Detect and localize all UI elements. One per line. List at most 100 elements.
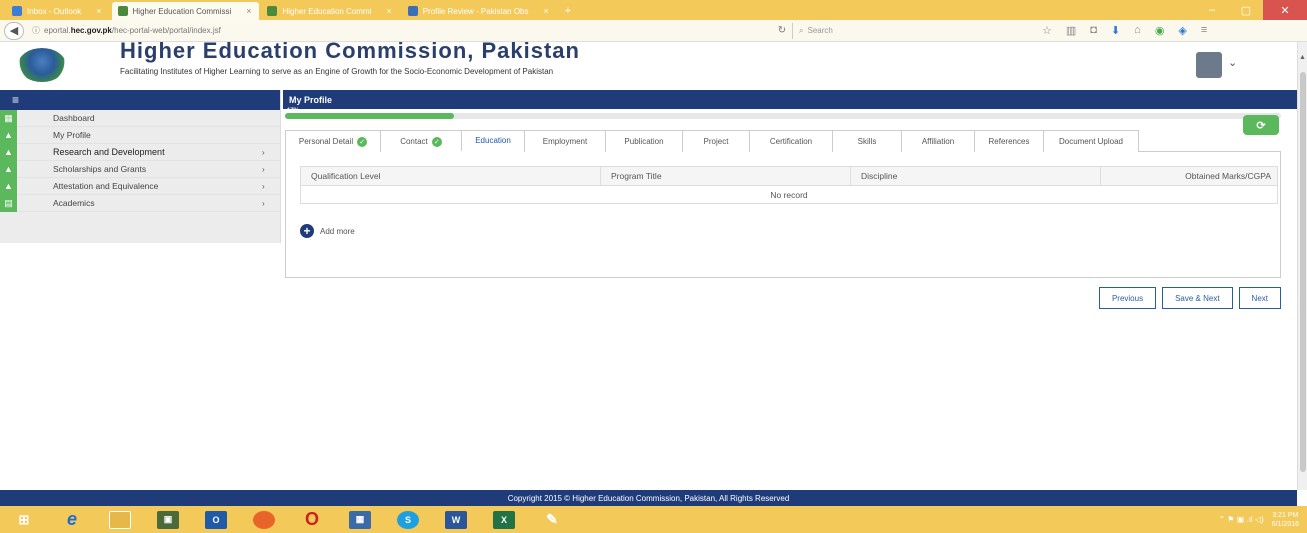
taskbar-store[interactable]: ▣ [144, 506, 192, 533]
profile-tab[interactable]: References [974, 130, 1044, 152]
attestation-icon: ▲ [0, 177, 17, 195]
sidebar-item[interactable]: ▦ Dashboard [0, 109, 280, 127]
copyright-text: Copyright 2015 © Higher Education Commis… [507, 493, 790, 503]
back-button[interactable]: ◀ [4, 21, 24, 40]
home-icon[interactable]: ⌂ [1134, 24, 1141, 37]
menu-icon[interactable]: ≡ [1201, 24, 1207, 37]
next-button[interactable]: Next [1238, 287, 1281, 309]
tray-icons[interactable]: ⌃ ⚑ ▣ .ıl ◁) [1218, 515, 1263, 524]
site-header: Higher Education Commission, Pakistan Fa… [0, 38, 1297, 88]
close-tab-icon[interactable]: × [544, 6, 549, 16]
sidebar-item-label: Research and Development [53, 147, 165, 157]
sidebar-item[interactable]: ▲ Research and Development › [0, 143, 280, 161]
taskbar-word[interactable]: W [432, 506, 480, 533]
maximize-button[interactable]: ▢ [1229, 0, 1263, 20]
bookmark-star-icon[interactable]: ☆ [1042, 24, 1052, 37]
chevron-down-icon[interactable]: ⌄ [1228, 56, 1237, 69]
column-header: Obtained Marks/CGPA [1100, 166, 1278, 186]
menu-toggle-button[interactable]: ≡ [0, 90, 280, 110]
close-tab-icon[interactable]: × [96, 6, 101, 16]
favicon-icon [267, 6, 278, 16]
clock[interactable]: 3:21 PM 6/1/2016 [1272, 511, 1299, 529]
scroll-up-icon[interactable]: ▲ [1299, 54, 1306, 61]
close-tab-icon[interactable]: × [386, 6, 391, 16]
column-header: Program Title [600, 166, 851, 186]
sidebar-item-label: Academics [53, 198, 95, 208]
favicon-icon [407, 6, 418, 16]
add-more-button[interactable]: + Add more [300, 224, 355, 238]
chevron-right-icon: › [262, 181, 265, 191]
skype-icon: S [397, 510, 419, 529]
profile-tab[interactable]: Document Upload [1043, 130, 1139, 152]
profile-tab[interactable]: Affiliation [901, 130, 975, 152]
previous-button[interactable]: Previous [1098, 287, 1157, 309]
new-tab-button[interactable]: + [559, 2, 577, 20]
firefox-icon [253, 510, 275, 529]
sidebar-item-label: My Profile [53, 130, 91, 140]
browser-tab[interactable]: Profile Review - Pakistan Obs × [402, 2, 557, 20]
save-next-button[interactable]: Save & Next [1162, 287, 1233, 309]
sidebar-item[interactable]: ▤ Academics › [0, 194, 280, 212]
profile-tab[interactable]: Skills [832, 130, 902, 152]
clock-date: 6/1/2016 [1271, 520, 1299, 528]
extension-icon[interactable]: ◉ [1155, 24, 1165, 37]
profile-tab-label: Contact [400, 137, 428, 146]
browser-tab[interactable]: Higher Education Commissi × [111, 2, 260, 20]
close-window-button[interactable]: ✕ [1263, 0, 1307, 20]
taskbar-paint[interactable]: ✎ [528, 506, 576, 533]
start-button[interactable]: ⊞ [0, 506, 48, 533]
user-avatar[interactable] [1196, 52, 1222, 78]
minimize-button[interactable]: – [1195, 0, 1229, 20]
browser-tab-label: Profile Review - Pakistan Obs [422, 6, 529, 16]
profile-tab-label: Education [475, 136, 511, 145]
sidebar-item[interactable]: ▲ Scholarships and Grants › [0, 160, 280, 178]
sidebar-item-label: Attestation and Equivalence [53, 181, 159, 191]
download-icon[interactable]: ⬇ [1111, 24, 1120, 37]
research-icon: ▲ [0, 143, 17, 161]
search-input[interactable]: ⌕ Search [792, 22, 1012, 39]
page-title: My Profile [283, 90, 1297, 109]
favicon-icon [117, 6, 128, 16]
column-header: Discipline [850, 166, 1101, 186]
reload-icon: ↻ [777, 25, 787, 36]
search-icon: ⌕ [799, 25, 804, 35]
profile-tab[interactable]: Education [461, 130, 525, 152]
sidebar-item[interactable]: ▲ My Profile [0, 126, 280, 144]
profile-tab-label: References [988, 137, 1030, 146]
url-domain: hec.gov.pk [70, 26, 112, 35]
vertical-scrollbar[interactable]: ▲ [1297, 42, 1307, 490]
browser-toolbar: ☆ ▥ ◘ ⬇ ⌂ ◉ ◈ ≡ [1042, 24, 1207, 37]
profile-tabs: Personal Detail ✓ Contact ✓ Education Employm… [285, 130, 1281, 152]
taskbar-skype[interactable]: S [384, 506, 432, 533]
add-more-label: Add more [320, 226, 355, 236]
dashboard-icon: ▦ [0, 109, 17, 127]
sync-icon[interactable]: ◈ [1178, 24, 1186, 37]
windows-icon: ⊞ [18, 511, 30, 527]
sidebar-item[interactable]: ▲ Attestation and Equivalence › [0, 177, 280, 195]
taskbar-outlook[interactable]: O [192, 506, 240, 533]
profile-tab[interactable]: Contact ✓ [380, 130, 462, 152]
scrollbar-thumb[interactable] [1300, 72, 1306, 472]
browser-tab[interactable]: Higher Education Commi × [261, 2, 399, 20]
taskbar-calculator[interactable]: ▦ [336, 506, 384, 533]
profile-tab[interactable]: Publication [605, 130, 683, 152]
taskbar-opera[interactable]: O [288, 506, 336, 533]
taskbar-excel[interactable]: X [480, 506, 528, 533]
bookmarks-icon[interactable]: ▥ [1066, 24, 1076, 37]
browser-tab-label: Inbox - Outlook [27, 6, 82, 16]
profile-tab[interactable]: Certification [749, 130, 833, 152]
url-field[interactable]: ⓘ eportal.hec.gov.pk/hec-portal-web/porta… [32, 25, 772, 36]
reload-button[interactable]: ↻ [772, 25, 792, 36]
pocket-icon[interactable]: ◘ [1090, 24, 1097, 37]
site-info-icon: ⓘ [32, 26, 40, 35]
taskbar-explorer[interactable] [96, 506, 144, 533]
profile-tab[interactable]: Personal Detail ✓ [285, 130, 381, 152]
taskbar-firefox[interactable] [240, 506, 288, 533]
page-footer: Copyright 2015 © Higher Education Commis… [0, 490, 1297, 506]
browser-tab[interactable]: Inbox - Outlook × [6, 2, 110, 20]
profile-tab[interactable]: Employment [524, 130, 606, 152]
taskbar-ie[interactable]: e [48, 506, 96, 533]
profile-tab[interactable]: Project [682, 130, 750, 152]
academics-icon: ▤ [0, 194, 17, 212]
close-tab-icon[interactable]: × [246, 6, 251, 16]
